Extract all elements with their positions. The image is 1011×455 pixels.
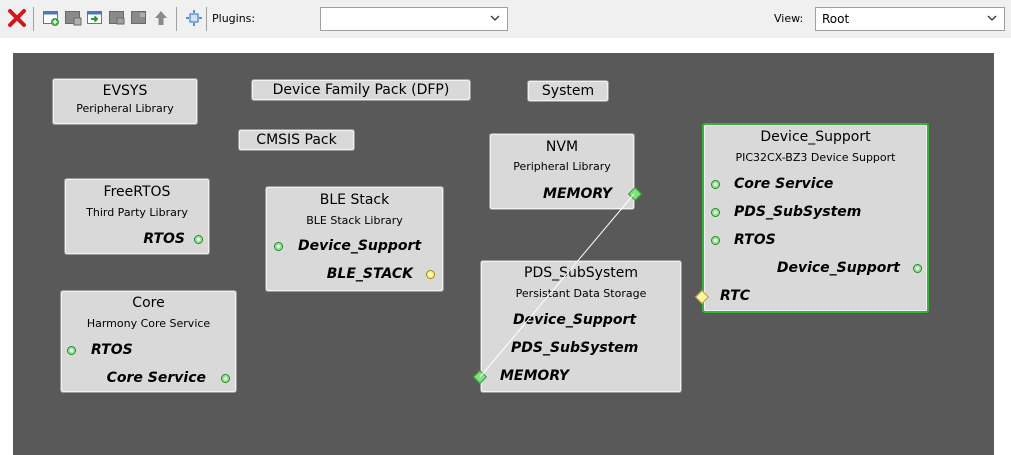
port-connector-icon[interactable]	[711, 180, 720, 189]
port-connector-icon[interactable]	[221, 374, 230, 383]
port-pds-subsystem: PDS_SubSystem	[511, 340, 639, 356]
new-window-icon[interactable]	[41, 8, 61, 28]
node-core[interactable]: Core Harmony Core Service RTOS Core Serv…	[60, 290, 237, 393]
node-system[interactable]: System	[527, 80, 609, 102]
node-subtitle: Harmony Core Service	[86, 317, 211, 330]
project-graph-canvas[interactable]: EVSYS Peripheral Library Device Family P…	[13, 53, 994, 455]
port-core-service: Core Service	[106, 370, 206, 386]
port-rtos: RTOS	[734, 232, 776, 248]
port-connector-icon[interactable]	[627, 186, 643, 202]
port-device-support: Device_Support	[776, 260, 900, 276]
plugins-label: Plugins:	[212, 12, 256, 25]
port-connector-icon[interactable]	[67, 346, 76, 355]
node-subtitle: Persistant Data Storage	[515, 287, 647, 300]
port-connector-icon[interactable]	[694, 289, 710, 305]
port-connector-icon[interactable]	[913, 264, 922, 273]
export-icon[interactable]	[63, 8, 83, 28]
node-cmsis-pack[interactable]: CMSIS Pack	[238, 129, 355, 151]
delete-icon[interactable]	[7, 8, 27, 28]
port-device-support: Device_Support	[298, 238, 422, 254]
group-icon[interactable]	[107, 8, 127, 28]
node-subtitle: BLE Stack Library	[306, 214, 403, 227]
toolbar-separator	[206, 7, 207, 31]
node-title: FreeRTOS	[103, 184, 171, 200]
port-connector-icon[interactable]	[274, 242, 283, 251]
port-rtos: RTOS	[91, 342, 133, 358]
node-ble-stack[interactable]: BLE Stack BLE Stack Library Device_Suppo…	[265, 186, 444, 292]
chevron-down-icon	[986, 11, 998, 28]
canvas-frame: EVSYS Peripheral Library Device Family P…	[0, 38, 1011, 455]
port-memory: MEMORY	[543, 186, 612, 202]
node-device-support[interactable]: Device_Support PIC32CX-BZ3 Device Suppor…	[694, 123, 929, 313]
chevron-down-icon	[489, 11, 501, 28]
port-rtos: RTOS	[143, 231, 185, 247]
node-evsys[interactable]: EVSYS Peripheral Library	[52, 78, 198, 125]
ungroup-icon[interactable]	[129, 8, 149, 28]
node-dfp[interactable]: Device Family Pack (DFP)	[251, 79, 471, 101]
node-title: PDS_SubSystem	[524, 265, 638, 281]
port-core-service: Core Service	[734, 176, 834, 192]
plugins-dropdown[interactable]	[320, 7, 508, 31]
node-freertos[interactable]: FreeRTOS Third Party Library RTOS	[64, 178, 210, 255]
node-nvm[interactable]: NVM Peripheral Library MEMORY	[489, 133, 643, 210]
node-title: EVSYS	[102, 83, 148, 99]
import-icon[interactable]	[85, 8, 105, 28]
auto-arrange-icon[interactable]	[184, 8, 204, 28]
port-connector-icon[interactable]	[711, 208, 720, 217]
node-subtitle: Peripheral Library	[76, 102, 174, 115]
port-device-support: Device_Support	[513, 312, 637, 328]
node-title: BLE Stack	[319, 192, 390, 208]
view-dropdown[interactable]: Root	[815, 7, 1005, 31]
port-connector-icon[interactable]	[472, 369, 488, 385]
node-subtitle: Third Party Library	[86, 206, 188, 219]
node-title: Device_Support	[760, 129, 871, 145]
port-connector-icon[interactable]	[426, 270, 435, 279]
port-memory: MEMORY	[500, 368, 569, 384]
toolbar-separator	[33, 7, 34, 31]
node-title: NVM	[545, 139, 579, 155]
port-connector-icon[interactable]	[194, 235, 203, 244]
port-pds-subsystem: PDS_SubSystem	[734, 204, 862, 220]
toolbar: Plugins: View: Root	[0, 0, 1011, 38]
node-title: Core	[132, 295, 165, 311]
port-ble-stack: BLE_STACK	[326, 266, 413, 282]
port-rtc: RTC	[720, 288, 750, 304]
toolbar-separator	[176, 7, 177, 31]
node-subtitle: Peripheral Library	[513, 160, 611, 173]
arrow-up-icon[interactable]	[151, 8, 171, 28]
view-label: View:	[774, 12, 804, 25]
view-value: Root	[822, 12, 850, 26]
node-pds-subsystem[interactable]: PDS_SubSystem Persistant Data Storage De…	[472, 260, 682, 393]
port-connector-icon[interactable]	[711, 236, 720, 245]
node-subtitle: PIC32CX-BZ3 Device Support	[735, 151, 896, 164]
